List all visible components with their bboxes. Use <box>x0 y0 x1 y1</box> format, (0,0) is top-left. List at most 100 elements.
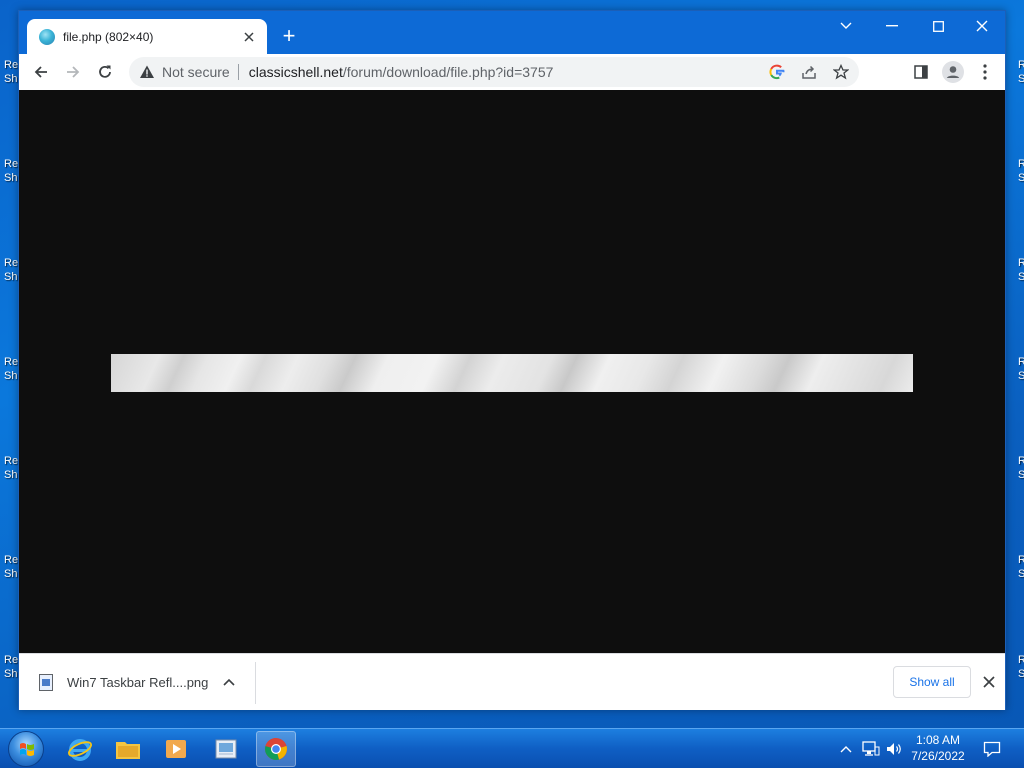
desktop-icon-label[interactable]: S <box>1018 468 1024 482</box>
taskbar-chrome[interactable] <box>256 731 296 767</box>
title-bar[interactable]: file.php (802×40) + <box>19 11 1005 54</box>
kebab-menu-icon <box>983 64 987 80</box>
taskbar-internet-explorer[interactable] <box>60 731 100 767</box>
taskbar-media-player[interactable] <box>156 731 196 767</box>
tab-active[interactable]: file.php (802×40) <box>27 19 267 54</box>
menu-button[interactable] <box>973 60 997 84</box>
close-window-button[interactable] <box>959 11 1005 41</box>
photo-viewer-icon <box>215 739 237 759</box>
chevron-up-icon <box>840 746 852 753</box>
desktop-icon-label[interactable]: Sh <box>4 171 17 185</box>
minimize-button[interactable] <box>869 11 915 41</box>
network-status-button[interactable] <box>860 729 882 768</box>
chevron-up-icon <box>223 678 235 686</box>
desktop-icon-label[interactable]: R <box>1018 454 1024 468</box>
side-panel-button[interactable] <box>909 60 933 84</box>
desktop-icon-label[interactable]: R <box>1018 653 1024 667</box>
desktop-icon-label[interactable]: S <box>1018 270 1024 284</box>
side-panel-icon <box>914 65 928 79</box>
download-item[interactable]: Win7 Taskbar Refl....png <box>19 654 255 710</box>
clock-time: 1:08 AM <box>915 733 961 747</box>
close-icon <box>244 31 254 42</box>
download-bar: Win7 Taskbar Refl....png Show all <box>19 653 1005 710</box>
desktop-icon-label[interactable]: R <box>1018 157 1024 171</box>
system-clock[interactable]: 1:08 AM 7/26/2022 <box>900 732 976 764</box>
google-lens-icon[interactable] <box>767 62 787 82</box>
url-host: classicshell.net <box>248 64 343 80</box>
desktop-icon-label[interactable]: Sh <box>4 72 17 86</box>
file-explorer-icon <box>116 742 140 759</box>
desktop-icon-label[interactable]: Sh <box>4 468 17 482</box>
media-player-icon <box>166 740 186 758</box>
forward-arrow-icon <box>67 66 80 78</box>
notification-icon <box>983 741 1001 757</box>
chevron-down-icon <box>840 22 852 29</box>
taskbar: 1:08 AM 7/26/2022 <box>0 728 1024 768</box>
new-tab-button[interactable]: + <box>277 25 301 49</box>
action-center-button[interactable] <box>980 729 1004 768</box>
desktop-icon-label[interactable]: S <box>1018 72 1024 86</box>
desktop-icon-label[interactable]: Re <box>4 256 18 270</box>
desktop-icon-label[interactable]: Re <box>4 653 18 667</box>
maximize-icon <box>932 20 944 32</box>
address-bar[interactable]: Not secure classicshell.net/forum/downlo… <box>129 57 859 87</box>
desktop-icon-label[interactable]: Re <box>4 454 18 468</box>
desktop-icon-label[interactable]: R <box>1018 355 1024 369</box>
browser-window: file.php (802×40) + Not secure classicsh… <box>18 10 1006 710</box>
desktop-icon-label[interactable]: Re <box>4 58 18 72</box>
reload-button[interactable] <box>91 58 119 86</box>
taskbar-file-explorer[interactable] <box>108 731 148 767</box>
desktop-icon-label[interactable]: S <box>1018 667 1024 681</box>
bookmark-star-icon[interactable] <box>831 62 851 82</box>
download-options-button[interactable] <box>221 674 237 690</box>
tab-search-button[interactable] <box>823 11 869 41</box>
desktop-icon-label[interactable]: S <box>1018 369 1024 383</box>
desktop-icon-label[interactable]: Re <box>4 157 18 171</box>
back-arrow-icon <box>34 66 47 78</box>
desktop-icon-label[interactable]: S <box>1018 567 1024 581</box>
network-icon <box>862 741 880 756</box>
desktop-icon-label[interactable]: R <box>1018 553 1024 567</box>
desktop-icon-label[interactable]: S <box>1018 171 1024 185</box>
clock-date: 7/26/2022 <box>911 749 965 763</box>
download-bar-close-button[interactable] <box>979 672 999 692</box>
image-file-icon <box>39 673 53 691</box>
show-hidden-icons-button[interactable] <box>836 729 856 768</box>
forward-button[interactable] <box>59 58 87 86</box>
displayed-image[interactable] <box>111 354 913 392</box>
desktop-icon-label[interactable]: Sh <box>4 667 17 681</box>
download-file-name: Win7 Taskbar Refl....png <box>67 674 209 690</box>
tab-close-button[interactable] <box>241 29 257 45</box>
profile-button[interactable] <box>941 60 965 84</box>
security-status[interactable]: Not secure <box>162 64 230 80</box>
close-icon <box>976 20 988 32</box>
start-button[interactable] <box>8 731 44 767</box>
desktop-icon-label[interactable]: Re <box>4 355 18 369</box>
divider <box>255 662 256 704</box>
taskbar-photo-viewer[interactable] <box>206 731 246 767</box>
share-icon[interactable] <box>799 62 819 82</box>
divider <box>237 64 239 80</box>
url-text[interactable]: classicshell.net/forum/download/file.php… <box>249 64 554 80</box>
windows-logo-icon <box>20 743 34 756</box>
desktop-icon-label[interactable]: R <box>1018 256 1024 270</box>
tab-title: file.php (802×40) <box>63 29 154 44</box>
show-all-button[interactable]: Show all <box>893 666 971 698</box>
back-button[interactable] <box>27 58 55 86</box>
desktop-icon-label[interactable]: R <box>1018 58 1024 72</box>
minimize-icon <box>886 25 898 27</box>
profile-avatar-icon <box>942 61 964 83</box>
close-icon <box>983 676 995 688</box>
page-viewport <box>19 90 1005 653</box>
desktop-icon-label[interactable]: Sh <box>4 567 17 581</box>
warning-icon <box>140 65 154 78</box>
globe-icon <box>39 28 55 45</box>
maximize-button[interactable] <box>915 11 961 41</box>
browser-toolbar: Not secure classicshell.net/forum/downlo… <box>19 54 1005 90</box>
desktop-icon-label[interactable]: Re <box>4 553 18 567</box>
desktop-icon-label[interactable]: Sh <box>4 270 17 284</box>
reload-icon <box>99 65 111 78</box>
internet-explorer-icon <box>68 739 92 761</box>
desktop-icon-label[interactable]: Sh <box>4 369 17 383</box>
url-path: /forum/download/file.php?id=3757 <box>342 64 554 80</box>
